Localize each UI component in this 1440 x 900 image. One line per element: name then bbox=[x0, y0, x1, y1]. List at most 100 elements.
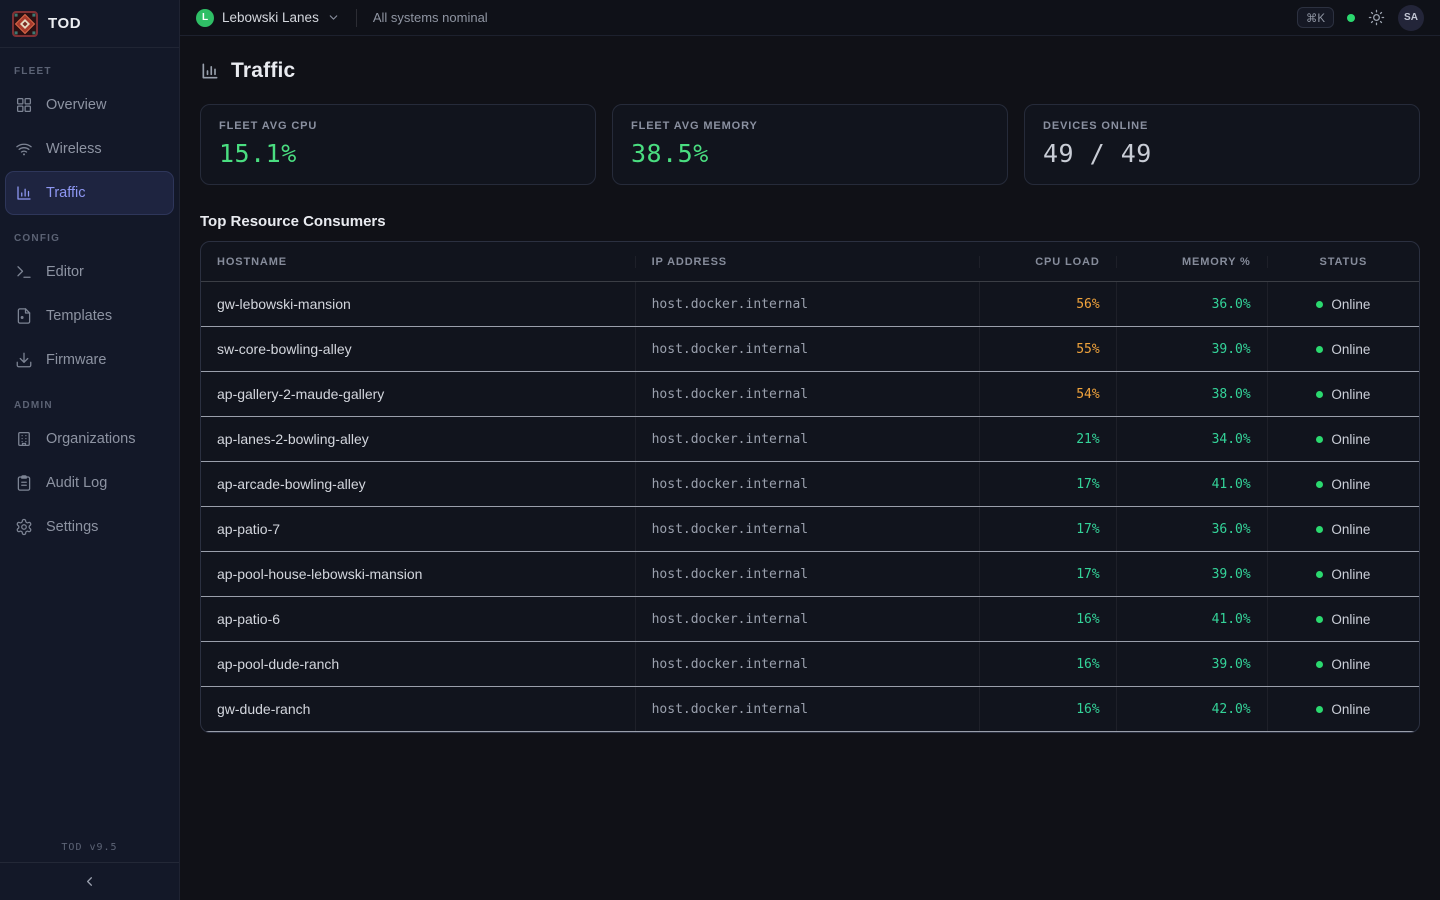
status-cell: Online bbox=[1267, 597, 1419, 641]
command-palette-shortcut[interactable]: ⌘K bbox=[1297, 7, 1334, 28]
chevron-left-icon bbox=[82, 874, 97, 889]
hostname-cell: ap-lanes-2-bowling-alley bbox=[201, 417, 635, 461]
status-text: Online bbox=[1331, 657, 1370, 672]
brand: TOD bbox=[0, 0, 179, 48]
stat-card-label: FLEET AVG CPU bbox=[219, 120, 577, 132]
cpu-cell: 17% bbox=[979, 462, 1115, 506]
stat-card-label: DEVICES ONLINE bbox=[1043, 120, 1401, 132]
cpu-cell: 16% bbox=[979, 687, 1115, 731]
hostname-cell: ap-gallery-2-maude-gallery bbox=[201, 372, 635, 416]
sidebar-section-label: CONFIG bbox=[0, 215, 179, 250]
cpu-cell: 17% bbox=[979, 507, 1115, 551]
sidebar-section-label: FLEET bbox=[0, 48, 179, 83]
table-row[interactable]: ap-patio-6 host.docker.internal 16% 41.0… bbox=[201, 597, 1419, 642]
online-status-dot bbox=[1316, 706, 1323, 713]
hostname-cell: ap-patio-6 bbox=[201, 597, 635, 641]
table-row[interactable]: ap-arcade-bowling-alley host.docker.inte… bbox=[201, 462, 1419, 507]
sidebar-item-traffic[interactable]: Traffic bbox=[5, 171, 174, 215]
sidebar-item-wireless[interactable]: Wireless bbox=[5, 127, 174, 171]
status-text: Online bbox=[1331, 477, 1370, 492]
status-text: Online bbox=[1331, 522, 1370, 537]
brand-name: TOD bbox=[48, 15, 81, 32]
table-row[interactable]: gw-dude-ranch host.docker.internal 16% 4… bbox=[201, 687, 1419, 732]
status-text: Online bbox=[1331, 702, 1370, 717]
hostname-cell: ap-arcade-bowling-alley bbox=[201, 462, 635, 506]
building-icon bbox=[15, 430, 33, 448]
ip-cell: host.docker.internal bbox=[635, 507, 980, 551]
status-text: Online bbox=[1331, 342, 1370, 357]
status-cell: Online bbox=[1267, 687, 1419, 731]
column-header-hostname: HOSTNAME bbox=[201, 256, 635, 268]
cpu-cell: 54% bbox=[979, 372, 1115, 416]
tod-logo-icon bbox=[12, 11, 38, 37]
topbar: L Lebowski Lanes All systems nominal ⌘K bbox=[180, 0, 1440, 36]
hostname-cell: ap-pool-house-lebowski-mansion bbox=[201, 552, 635, 596]
sidebar-section-label: ADMIN bbox=[0, 382, 179, 417]
bar-chart-icon bbox=[15, 184, 33, 202]
column-header-memory: MEMORY % bbox=[1116, 256, 1267, 268]
online-status-dot bbox=[1316, 661, 1323, 668]
ip-cell: host.docker.internal bbox=[635, 687, 980, 731]
sidebar-item-firmware[interactable]: Firmware bbox=[5, 338, 174, 382]
table-row[interactable]: sw-core-bowling-alley host.docker.intern… bbox=[201, 327, 1419, 372]
online-status-dot bbox=[1316, 346, 1323, 353]
ip-cell: host.docker.internal bbox=[635, 327, 980, 371]
online-status-dot bbox=[1316, 571, 1323, 578]
bar-chart-icon bbox=[200, 61, 220, 81]
table-section-title: Top Resource Consumers bbox=[200, 213, 1420, 230]
status-cell: Online bbox=[1267, 507, 1419, 551]
stat-card-fleet-avg-cpu: FLEET AVG CPU 15.1% bbox=[200, 104, 596, 185]
sidebar-item-organizations[interactable]: Organizations bbox=[5, 417, 174, 461]
sidebar-item-editor[interactable]: Editor bbox=[5, 250, 174, 294]
memory-cell: 36.0% bbox=[1116, 282, 1267, 326]
table-row[interactable]: ap-lanes-2-bowling-alley host.docker.int… bbox=[201, 417, 1419, 462]
ip-cell: host.docker.internal bbox=[635, 417, 980, 461]
cpu-cell: 55% bbox=[979, 327, 1115, 371]
ip-cell: host.docker.internal bbox=[635, 372, 980, 416]
org-name: Lebowski Lanes bbox=[222, 10, 319, 25]
cpu-cell: 16% bbox=[979, 642, 1115, 686]
stat-card-label: FLEET AVG MEMORY bbox=[631, 120, 989, 132]
stat-card-fleet-avg-memory: FLEET AVG MEMORY 38.5% bbox=[612, 104, 1008, 185]
table-row[interactable]: ap-gallery-2-maude-gallery host.docker.i… bbox=[201, 372, 1419, 417]
wifi-icon bbox=[15, 140, 33, 158]
cpu-cell: 21% bbox=[979, 417, 1115, 461]
status-text: Online bbox=[1331, 612, 1370, 627]
theme-toggle-button[interactable] bbox=[1368, 9, 1385, 26]
sidebar-footer: TOD v9.5 bbox=[0, 842, 179, 900]
sidebar-item-audit-log[interactable]: Audit Log bbox=[5, 461, 174, 505]
chevron-down-icon bbox=[327, 11, 340, 24]
top-consumers-table: HOSTNAME IP ADDRESS CPU LOAD MEMORY % ST… bbox=[200, 241, 1420, 733]
sidebar-item-templates[interactable]: Templates bbox=[5, 294, 174, 338]
stat-card-devices-online: DEVICES ONLINE 49 / 49 bbox=[1024, 104, 1420, 185]
ip-cell: host.docker.internal bbox=[635, 597, 980, 641]
column-header-ip: IP ADDRESS bbox=[635, 256, 980, 268]
memory-cell: 39.0% bbox=[1116, 327, 1267, 371]
memory-cell: 38.0% bbox=[1116, 372, 1267, 416]
app-root: TOD FLEET Overview Wireless Traffic CONF… bbox=[0, 0, 1440, 900]
status-text: Online bbox=[1331, 387, 1370, 402]
user-avatar[interactable]: SA bbox=[1398, 5, 1424, 31]
ip-cell: host.docker.internal bbox=[635, 462, 980, 506]
table-row[interactable]: ap-pool-house-lebowski-mansion host.dock… bbox=[201, 552, 1419, 597]
online-status-dot bbox=[1316, 436, 1323, 443]
memory-cell: 41.0% bbox=[1116, 462, 1267, 506]
memory-cell: 34.0% bbox=[1116, 417, 1267, 461]
terminal-icon bbox=[15, 263, 33, 281]
table-row[interactable]: ap-patio-7 host.docker.internal 17% 36.0… bbox=[201, 507, 1419, 552]
hostname-cell: gw-dude-ranch bbox=[201, 687, 635, 731]
sidebar-item-overview[interactable]: Overview bbox=[5, 83, 174, 127]
org-switcher[interactable]: L Lebowski Lanes bbox=[196, 9, 340, 27]
table-row[interactable]: gw-lebowski-mansion host.docker.internal… bbox=[201, 282, 1419, 327]
health-indicator-dot bbox=[1347, 14, 1355, 22]
clipboard-icon bbox=[15, 474, 33, 492]
status-cell: Online bbox=[1267, 642, 1419, 686]
status-cell: Online bbox=[1267, 282, 1419, 326]
sidebar-collapse-button[interactable] bbox=[0, 863, 179, 900]
hostname-cell: sw-core-bowling-alley bbox=[201, 327, 635, 371]
online-status-dot bbox=[1316, 301, 1323, 308]
table-row[interactable]: ap-pool-dude-ranch host.docker.internal … bbox=[201, 642, 1419, 687]
sun-icon bbox=[1368, 9, 1385, 26]
status-cell: Online bbox=[1267, 417, 1419, 461]
sidebar-item-settings[interactable]: Settings bbox=[5, 505, 174, 549]
